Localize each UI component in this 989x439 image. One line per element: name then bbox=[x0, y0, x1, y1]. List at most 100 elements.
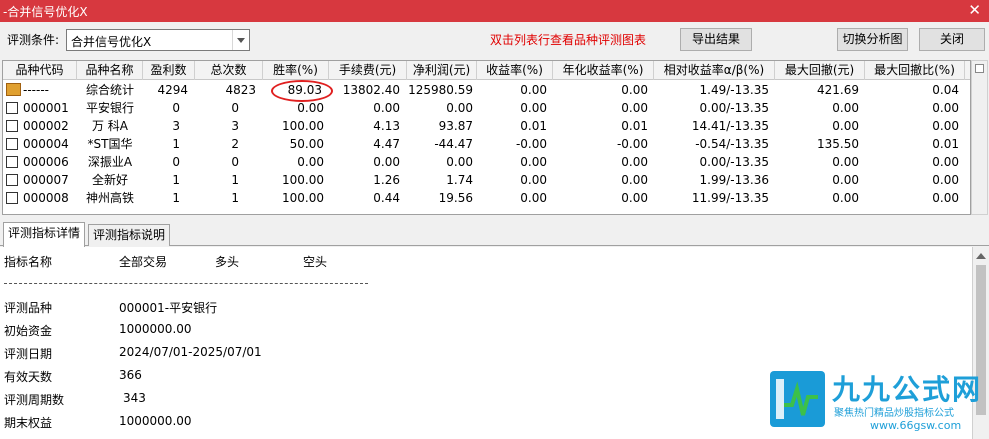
cell-fee: 0.00 bbox=[373, 101, 400, 115]
cell-name: 综合统计 bbox=[85, 83, 134, 97]
cell-profit: 0.00 bbox=[446, 155, 473, 169]
column-header-total[interactable]: 总次数 bbox=[195, 61, 263, 80]
table-row[interactable]: 000002 万 科A 3 3 100.00 4.13 93.87 0.01 0… bbox=[3, 117, 970, 135]
detail-header-all: 全部交易 bbox=[119, 255, 168, 269]
close-icon[interactable]: ✕ bbox=[968, 1, 981, 19]
cell-annual-return: 0.00 bbox=[621, 101, 648, 115]
column-header-max-drawdown[interactable]: 最大回撤(元) bbox=[775, 61, 865, 80]
cell-winrate: 100.00 bbox=[282, 191, 324, 205]
cell-code: 000004 bbox=[23, 137, 69, 151]
detail-label: 有效天数 bbox=[4, 370, 53, 384]
cell-max-drawdown: 0.00 bbox=[832, 155, 859, 169]
condition-select[interactable]: 合并信号优化X bbox=[66, 29, 250, 51]
cell-max-drawdown-ratio: 0.00 bbox=[932, 173, 959, 187]
cell-relative-return: 11.99/-13.35 bbox=[691, 191, 769, 205]
cell-annual-return: 0.00 bbox=[621, 173, 648, 187]
cell-return: -0.00 bbox=[515, 137, 547, 151]
detail-value: 2024/07/01-2025/07/01 bbox=[119, 345, 262, 359]
cell-wins: 0 bbox=[172, 101, 180, 115]
cell-name: 深振业A bbox=[87, 155, 133, 169]
cell-relative-return: 14.41/-13.35 bbox=[691, 119, 769, 133]
cell-return: 0.00 bbox=[520, 101, 547, 115]
cell-max-drawdown: 0.00 bbox=[832, 173, 859, 187]
cell-winrate: 100.00 bbox=[282, 173, 324, 187]
detail-value: 1000000.00 bbox=[119, 414, 192, 428]
condition-value: 合并信号优化X bbox=[71, 35, 152, 49]
scroll-thumb[interactable] bbox=[975, 64, 984, 73]
cell-fee: 4.47 bbox=[373, 137, 400, 151]
results-table[interactable]: 品种代码 品种名称 盈利数 总次数 胜率(%) 手续费(元) 净利润(元) 收益… bbox=[2, 60, 971, 215]
cell-code: 000006 bbox=[23, 155, 69, 169]
switch-chart-button[interactable]: 切换分析图 bbox=[837, 28, 908, 51]
cell-code: 000002 bbox=[23, 119, 69, 133]
close-button[interactable]: 关闭 bbox=[919, 28, 985, 51]
table-row[interactable]: 000004 *ST国华 1 2 50.00 4.47 -44.47 -0.00… bbox=[3, 135, 970, 153]
cell-relative-return: 0.00/-13.35 bbox=[699, 155, 769, 169]
column-header-return[interactable]: 收益率(%) bbox=[477, 61, 553, 80]
cell-wins: 1 bbox=[172, 191, 180, 205]
table-row[interactable]: 000007 全新好 1 1 100.00 1.26 1.74 0.00 0.0… bbox=[3, 171, 970, 189]
window-title: -合并信号优化X bbox=[3, 5, 88, 19]
cell-name: 全新好 bbox=[91, 173, 128, 187]
cell-relative-return: 1.99/-13.36 bbox=[699, 173, 769, 187]
chevron-down-icon[interactable] bbox=[232, 30, 249, 50]
cell-relative-return: -0.54/-13.35 bbox=[695, 137, 769, 151]
column-header-relative-return[interactable]: 相对收益率α/β(%) bbox=[654, 61, 775, 80]
tab-description[interactable]: 评测指标说明 bbox=[88, 224, 171, 246]
cell-max-drawdown: 0.00 bbox=[832, 191, 859, 205]
toolbar: 评测条件: 合并信号优化X 双击列表行查看品种评测图表 导出结果 切换分析图 关… bbox=[0, 22, 989, 56]
table-scrollbar[interactable] bbox=[971, 60, 988, 215]
stock-icon bbox=[6, 192, 18, 204]
cell-profit: -44.47 bbox=[434, 137, 473, 151]
cell-total: 3 bbox=[231, 119, 239, 133]
cell-max-drawdown-ratio: 0.00 bbox=[932, 155, 959, 169]
cell-name: 万 科A bbox=[91, 119, 129, 133]
cell-relative-return: 1.49/-13.35 bbox=[699, 83, 769, 97]
title-bar[interactable]: -合并信号优化X ✕ bbox=[0, 0, 989, 22]
cell-max-drawdown: 421.69 bbox=[817, 83, 859, 97]
stock-icon bbox=[6, 102, 18, 114]
cell-profit: 19.56 bbox=[438, 191, 473, 205]
column-header-winrate[interactable]: 胜率(%) bbox=[263, 61, 329, 80]
column-header-code[interactable]: 品种代码 bbox=[3, 61, 77, 80]
column-header-annual-return[interactable]: 年化收益率(%) bbox=[553, 61, 654, 80]
column-header-name[interactable]: 品种名称 bbox=[77, 61, 143, 80]
cell-name: 神州高铁 bbox=[85, 191, 134, 205]
detail-header-long: 多头 bbox=[215, 255, 240, 269]
table-row[interactable]: 000006 深振业A 0 0 0.00 0.00 0.00 0.00 0.00… bbox=[3, 153, 970, 171]
cell-winrate: 50.00 bbox=[289, 137, 324, 151]
cell-total: 2 bbox=[231, 137, 239, 151]
column-header-profit[interactable]: 净利润(元) bbox=[407, 61, 477, 80]
table-row[interactable]: ------ 综合统计 4294 4823 89.03 13802.40 125… bbox=[3, 81, 970, 99]
cell-return: 0.00 bbox=[520, 173, 547, 187]
column-header-wins[interactable]: 盈利数 bbox=[143, 61, 195, 80]
cell-total: 1 bbox=[231, 173, 239, 187]
divider bbox=[4, 283, 368, 284]
column-header-max-drawdown-ratio[interactable]: 最大回撤比(%) bbox=[865, 61, 965, 80]
cell-profit: 1.74 bbox=[446, 173, 473, 187]
detail-value: 1000000.00 bbox=[119, 322, 192, 336]
cell-max-drawdown-ratio: 0.00 bbox=[932, 191, 959, 205]
hint-text: 双击列表行查看品种评测图表 bbox=[490, 33, 647, 47]
cell-winrate: 0.00 bbox=[297, 101, 324, 115]
summary-icon bbox=[6, 83, 21, 96]
table-row[interactable]: 000008 神州高铁 1 1 100.00 0.44 19.56 0.00 0… bbox=[3, 189, 970, 207]
detail-label: 评测周期数 bbox=[4, 393, 65, 407]
cell-return: 0.00 bbox=[520, 83, 547, 97]
detail-label: 初始资金 bbox=[4, 324, 53, 338]
cell-max-drawdown: 0.00 bbox=[832, 101, 859, 115]
cell-total: 0 bbox=[231, 101, 239, 115]
cell-total: 4823 bbox=[225, 83, 256, 97]
logo-mark-icon bbox=[770, 371, 825, 427]
scroll-up-icon[interactable] bbox=[976, 253, 986, 259]
stock-icon bbox=[6, 156, 18, 168]
export-button[interactable]: 导出结果 bbox=[680, 28, 752, 51]
cell-code: 000008 bbox=[23, 191, 69, 205]
tab-details[interactable]: 评测指标详情 bbox=[3, 222, 86, 247]
column-header-fee[interactable]: 手续费(元) bbox=[329, 61, 407, 80]
detail-value: 343 bbox=[123, 391, 146, 405]
detail-label: 评测日期 bbox=[4, 347, 53, 361]
cell-annual-return: -0.00 bbox=[616, 137, 648, 151]
logo-url: www.66gsw.com bbox=[870, 419, 962, 432]
table-row[interactable]: 000001 平安银行 0 0 0.00 0.00 0.00 0.00 0.00… bbox=[3, 99, 970, 117]
